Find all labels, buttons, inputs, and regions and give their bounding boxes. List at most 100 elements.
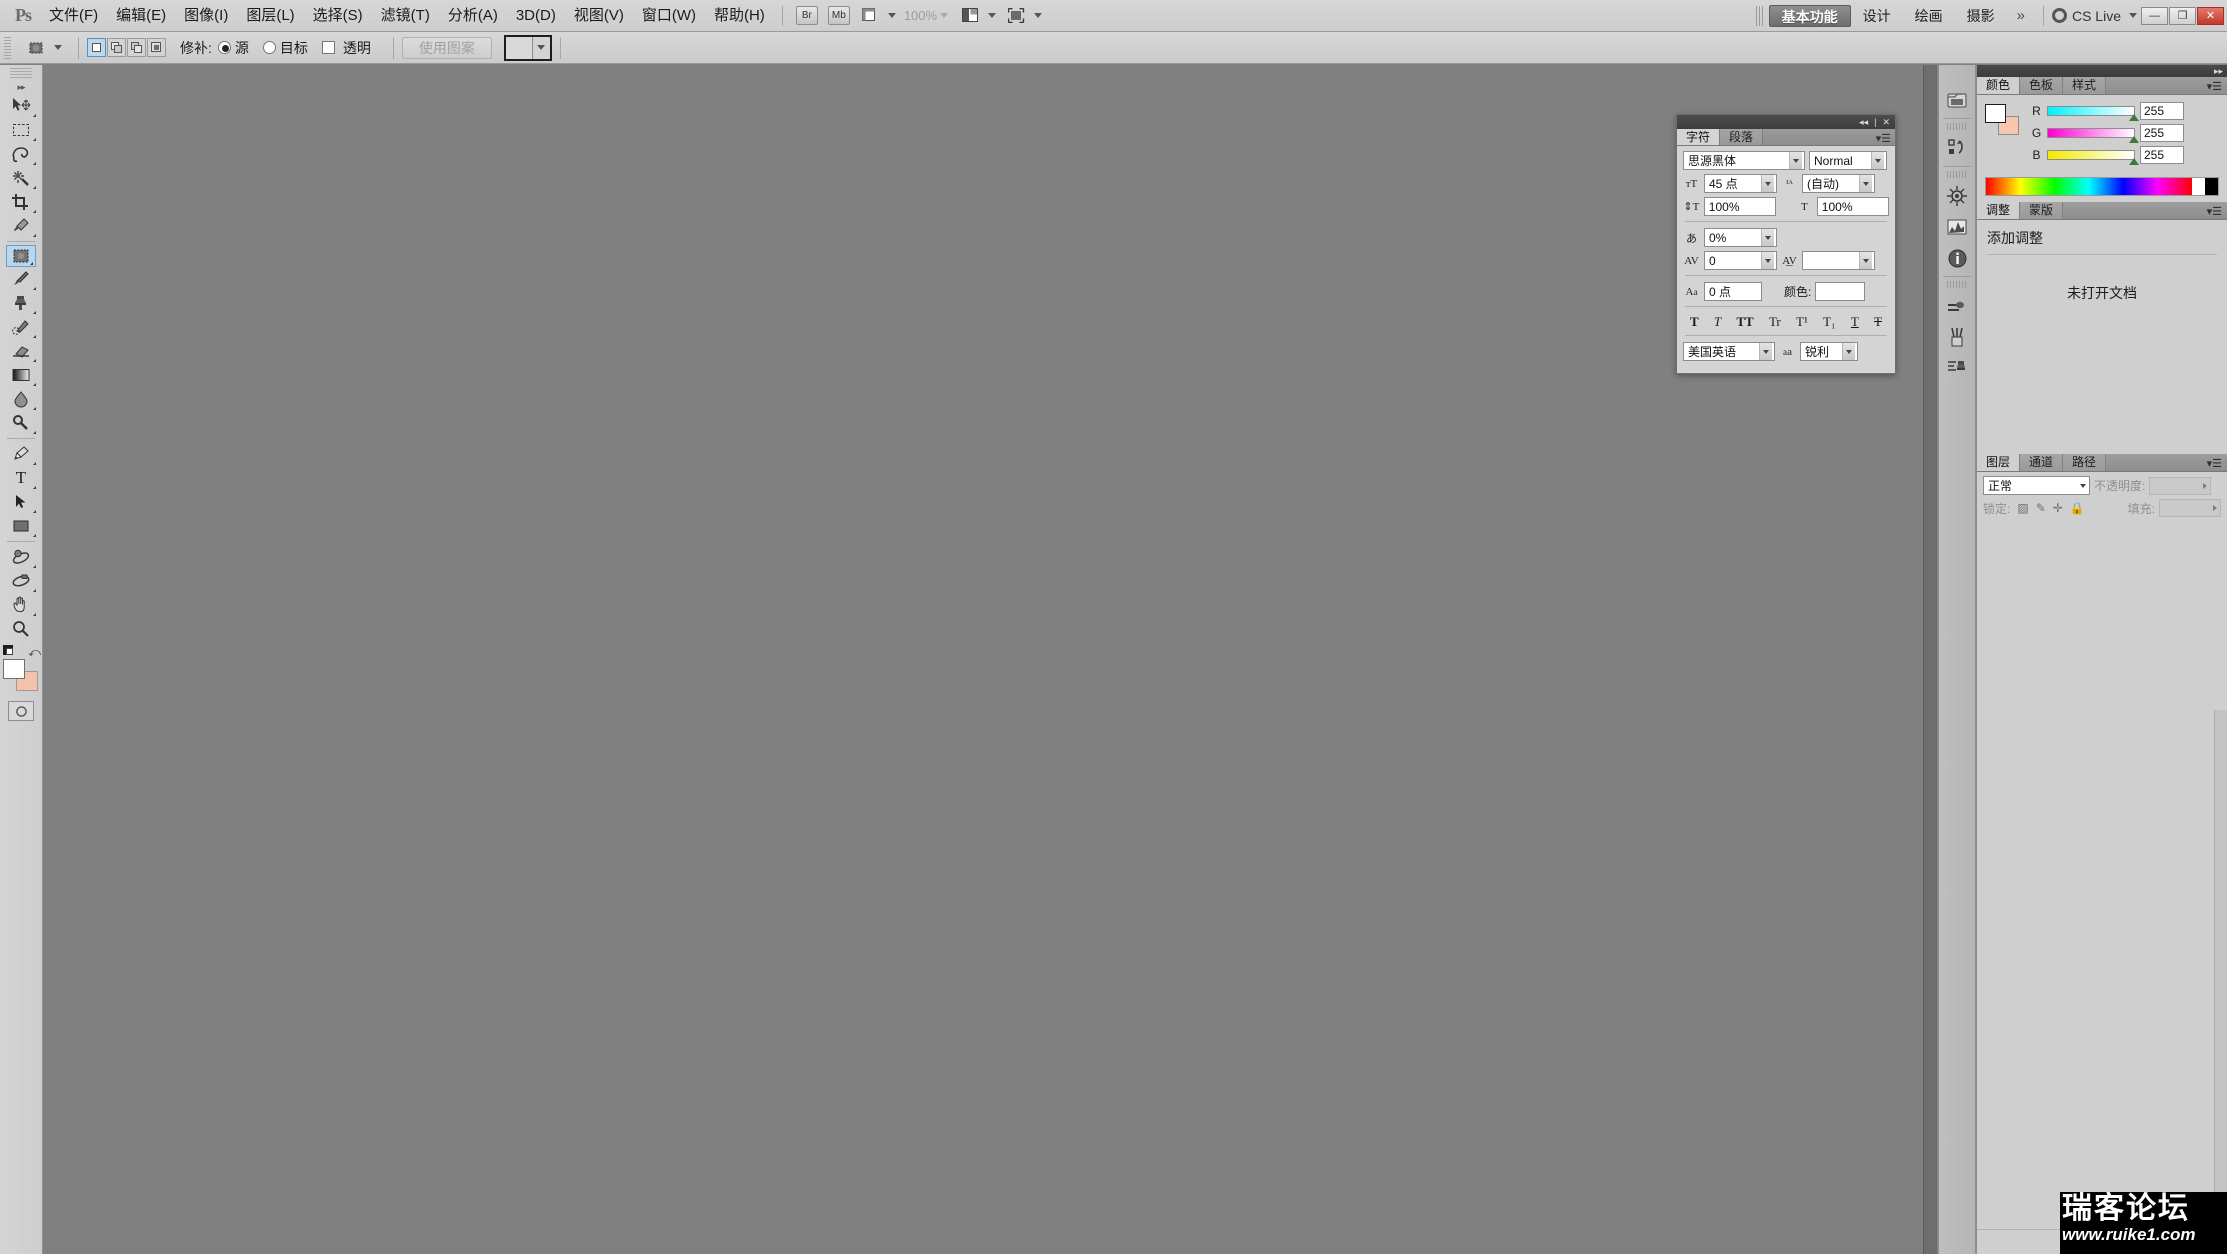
all-caps-button[interactable]: TT — [1735, 314, 1754, 330]
character-panel-menu-icon[interactable]: ▾☰ — [1876, 132, 1891, 145]
font-style-select[interactable]: Normal — [1809, 151, 1887, 170]
tool-presets-icon[interactable] — [1943, 354, 1971, 382]
quick-selection-tool[interactable] — [4, 166, 38, 190]
tsume-select[interactable]: 0% — [1704, 228, 1777, 247]
restore-button[interactable]: ❐ — [2169, 6, 2196, 25]
ruler-icon[interactable] — [858, 6, 882, 26]
path-selection-tool[interactable] — [4, 490, 38, 514]
arrange-documents-icon[interactable] — [958, 6, 982, 26]
menu-edit[interactable]: 编辑(E) — [107, 3, 175, 29]
history-brush-tool[interactable] — [4, 315, 38, 339]
cs-live-button[interactable]: CS Live — [2051, 8, 2141, 24]
color-swatches[interactable]: ⤺ — [3, 645, 41, 693]
menu-select[interactable]: 选择(S) — [304, 3, 372, 29]
new-selection-button[interactable] — [87, 38, 106, 57]
kerning-select[interactable] — [1802, 251, 1875, 270]
info-icon[interactable] — [1943, 244, 1971, 272]
antialias-select[interactable]: 锐利 — [1800, 342, 1858, 361]
dock-collapse-icon[interactable]: ▸▸ — [2214, 66, 2223, 77]
green-channel-slider[interactable] — [2047, 128, 2139, 143]
zoom-dropdown-icon[interactable] — [940, 13, 949, 18]
empty-workspace[interactable] — [44, 65, 1923, 1254]
intersect-selection-button[interactable] — [147, 38, 166, 57]
histogram-icon[interactable] — [1943, 213, 1971, 241]
more-workspaces-icon[interactable]: » — [2007, 7, 2035, 24]
patch-target-radio[interactable]: 目标 — [262, 38, 308, 58]
lock-image-pixels-icon[interactable]: ✎ — [2036, 501, 2046, 515]
gradient-tool[interactable] — [4, 363, 38, 387]
collapse-panel-icon[interactable]: ◂◂ — [1859, 117, 1868, 128]
menu-file[interactable]: 文件(F) — [40, 3, 107, 29]
rail-grip-2[interactable] — [1947, 171, 1967, 178]
patch-source-radio[interactable]: 源 — [217, 38, 249, 58]
pattern-dropdown-icon[interactable] — [531, 36, 550, 59]
workspace-grip[interactable] — [1755, 5, 1763, 26]
opacity-input[interactable] — [2149, 476, 2212, 495]
zoom-tool[interactable] — [4, 617, 38, 641]
font-family-select[interactable]: 思源黑体 — [1683, 151, 1805, 170]
launch-bridge-button[interactable]: Br — [795, 6, 818, 25]
clone-stamp-tool[interactable] — [4, 291, 38, 315]
blue-channel-slider[interactable] — [2047, 150, 2139, 165]
tab-paragraph[interactable]: 段落 — [1720, 129, 1764, 145]
blend-mode-select[interactable]: 正常 — [1983, 476, 2090, 495]
faux-bold-button[interactable]: T — [1689, 314, 1700, 330]
tab-styles[interactable]: 样式 — [2063, 77, 2107, 94]
brush-presets-icon[interactable] — [1943, 323, 1971, 351]
add-to-selection-button[interactable] — [107, 38, 126, 57]
workspace-design[interactable]: 设计 — [1851, 5, 1903, 27]
subscript-button[interactable]: T₁ — [1822, 314, 1836, 330]
options-bar-grip[interactable] — [4, 36, 11, 59]
tab-adjustments[interactable]: 调整 — [1977, 202, 2021, 219]
arrange-dropdown-icon[interactable] — [988, 13, 997, 18]
close-button[interactable]: ✕ — [2197, 6, 2224, 25]
close-panel-icon[interactable]: ✕ — [1882, 117, 1890, 128]
launch-mini-bridge-button[interactable]: Mb — [827, 6, 850, 25]
use-pattern-button[interactable]: 使用图案 — [401, 36, 492, 59]
lock-transparent-pixels-icon[interactable]: ▨ — [2017, 501, 2028, 515]
menu-view[interactable]: 视图(V) — [565, 3, 633, 29]
character-panel-titlebar[interactable]: ◂◂ | ✕ — [1677, 115, 1895, 129]
menu-filter[interactable]: 滤镜(T) — [372, 3, 439, 29]
workspace-essentials[interactable]: 基本功能 — [1768, 4, 1851, 27]
tab-channels[interactable]: 通道 — [2020, 454, 2064, 471]
3d-orbit-camera-tool[interactable] — [4, 569, 38, 593]
crop-tool[interactable] — [4, 190, 38, 214]
baseline-shift-input[interactable]: 0 点 — [1704, 282, 1762, 301]
blur-tool[interactable] — [4, 387, 38, 411]
color-picker-icon[interactable] — [1943, 292, 1971, 320]
color-spectrum-ramp[interactable] — [1985, 177, 2219, 196]
rail-grip-3[interactable] — [1947, 281, 1967, 288]
pen-tool[interactable] — [4, 442, 38, 466]
tool-preset-picker[interactable] — [17, 38, 70, 58]
menu-layer[interactable]: 图层(L) — [237, 3, 303, 29]
workspace-photography[interactable]: 摄影 — [1955, 5, 2007, 27]
menu-window[interactable]: 窗口(W) — [633, 3, 705, 29]
blue-channel-value[interactable]: 255 — [2140, 146, 2184, 164]
layers-scrollbar[interactable] — [2214, 710, 2227, 1228]
canvas-area[interactable] — [44, 65, 1937, 1254]
tab-layers[interactable]: 图层 — [1977, 454, 2021, 471]
panel-foreground-color-swatch[interactable] — [1985, 104, 2006, 123]
lasso-tool[interactable] — [4, 142, 38, 166]
language-select[interactable]: 美国英语 — [1683, 342, 1775, 361]
dodge-tool[interactable] — [4, 411, 38, 435]
lock-all-icon[interactable]: 🔒 — [2070, 501, 2085, 515]
minimize-button[interactable]: — — [2141, 6, 2168, 25]
text-color-swatch[interactable] — [1815, 282, 1866, 301]
faux-italic-button[interactable]: T — [1713, 314, 1722, 330]
menu-help[interactable]: 帮助(H) — [705, 3, 774, 29]
hand-tool[interactable] — [4, 593, 38, 617]
workspace-painting[interactable]: 绘画 — [1903, 5, 1955, 27]
lock-position-icon[interactable]: ✛ — [2053, 501, 2063, 515]
canvas-vertical-scrollbar[interactable] — [1923, 65, 1937, 1254]
subtract-from-selection-button[interactable] — [127, 38, 146, 57]
tab-masks[interactable]: 蒙版 — [2020, 202, 2064, 219]
font-size-select[interactable]: 45 点 — [1704, 174, 1777, 193]
ruler-dropdown-icon[interactable] — [887, 13, 896, 18]
green-channel-value[interactable]: 255 — [2140, 124, 2184, 142]
screen-mode-dropdown-icon[interactable] — [1034, 13, 1043, 18]
fill-input[interactable] — [2159, 499, 2221, 517]
underline-button[interactable]: T — [1850, 314, 1860, 330]
tab-character[interactable]: 字符 — [1677, 129, 1721, 145]
